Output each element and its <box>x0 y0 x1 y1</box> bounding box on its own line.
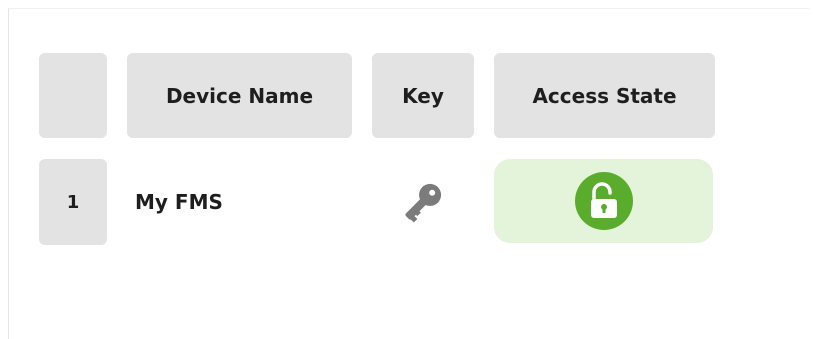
access-state-badge <box>574 172 633 230</box>
device-name-cell: My FMS <box>135 190 223 214</box>
access-state-toggle[interactable] <box>494 159 713 243</box>
header-device-name: Device Name <box>127 53 352 138</box>
unlocked-padlock-icon <box>590 182 617 218</box>
row-index: 1 <box>39 159 107 245</box>
key-icon <box>405 183 442 223</box>
header-index-column <box>39 53 107 138</box>
key-button[interactable] <box>372 159 474 245</box>
header-access-state: Access State <box>494 53 715 138</box>
header-key: Key <box>372 53 474 138</box>
